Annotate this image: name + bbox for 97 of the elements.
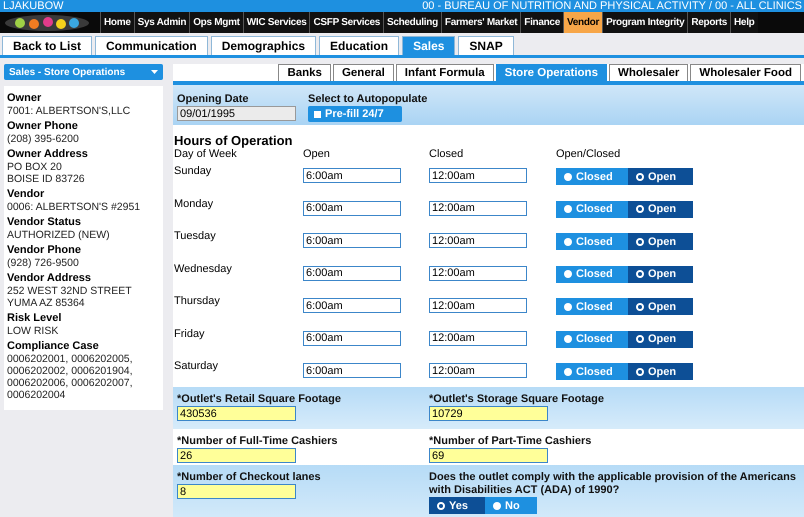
field-label: *Outlet's Retail Square Footage — [177, 393, 342, 406]
field-value: (208) 395-6200 — [7, 133, 80, 145]
field-label: Owner — [7, 92, 42, 105]
field-label: *Number of Full-Time Cashiers — [177, 435, 339, 448]
sub-tab[interactable]: Wholesaler Food — [690, 64, 801, 81]
input-field[interactable]: 430536 — [177, 406, 296, 421]
sub-tab[interactable]: Wholesaler — [608, 64, 688, 81]
field-label: Risk Level — [7, 312, 62, 325]
field-value: PO BOX 20 — [7, 161, 63, 173]
time-field[interactable]: 12:00am — [429, 200, 527, 216]
nav-menu-item[interactable]: Finance — [520, 12, 563, 33]
time-field[interactable]: 6:00am — [303, 363, 401, 378]
nav-menu-item[interactable]: Scheduling — [382, 12, 441, 33]
field-label: Vendor Address — [7, 272, 92, 285]
field-value: 252 WEST 32ND STREET — [7, 285, 133, 297]
nav-menu-item[interactable]: Reports — [687, 12, 730, 33]
nav-menu-item[interactable]: Ops Mgmt — [189, 12, 243, 33]
caret-icon — [151, 70, 158, 74]
field-label: Compliance Case — [7, 340, 100, 353]
nav-menu-item[interactable]: WIC Services — [242, 12, 310, 33]
day-label: Monday — [174, 196, 214, 210]
toggle-option[interactable]: Open — [628, 200, 693, 218]
field-value: 0006202001, 0006202005, — [7, 353, 134, 365]
tab[interactable]: Demographics — [210, 36, 316, 55]
sub-tab[interactable]: Infant Formula — [396, 64, 494, 81]
column-header: Open — [303, 148, 331, 160]
time-field[interactable]: 6:00am — [303, 233, 401, 248]
toggle-option[interactable]: Yes — [429, 497, 485, 514]
tab[interactable]: Education — [319, 36, 400, 55]
field-value: YUMA AZ 85364 — [7, 297, 86, 309]
toggle-option[interactable]: Open — [628, 363, 693, 380]
input-field[interactable]: 26 — [177, 448, 296, 463]
field-label: *Number of Part-Time Cashiers — [429, 435, 592, 448]
toggle-option[interactable]: Open — [628, 233, 693, 250]
nav-menu-item[interactable]: Sys Admin — [134, 12, 190, 33]
field-value: 7001: ALBERTSON'S,LLC — [7, 105, 132, 117]
time-field[interactable]: 6:00am — [303, 298, 401, 313]
time-field[interactable]: 12:00am — [429, 233, 527, 248]
toggle-option[interactable]: Open — [628, 330, 693, 348]
day-label: Wednesday — [174, 262, 233, 274]
sub-tab[interactable]: Banks — [278, 64, 331, 81]
toggle-option[interactable]: Open — [628, 168, 693, 185]
toggle-option[interactable]: Open — [628, 266, 693, 282]
nav-menu-item[interactable]: Farmers' Market — [440, 12, 520, 33]
nav-menu-item[interactable]: CSFP Services — [309, 12, 383, 33]
tab[interactable]: Communication — [95, 36, 208, 55]
time-field[interactable]: 12:00am — [429, 168, 527, 183]
column-header: Day of Week — [174, 148, 238, 160]
tab[interactable]: Back to List — [2, 36, 92, 55]
column-header: Open/Closed — [556, 148, 620, 160]
time-field[interactable]: 12:00am — [429, 266, 527, 280]
day-label: Friday — [174, 326, 206, 340]
field-label: Owner Address — [7, 148, 89, 161]
field-label: Vendor Phone — [7, 244, 82, 257]
time-field[interactable]: 6:00am — [303, 330, 401, 346]
section-title: Hours of Operation — [174, 134, 294, 147]
sub-tab[interactable]: General — [332, 64, 394, 81]
time-field[interactable]: 12:00am — [429, 363, 527, 378]
user-name: LJAKUBOW — [3, 0, 64, 12]
field-value: 0006202002, 0006201904, — [7, 365, 134, 377]
field-value: 0006202004 — [7, 389, 66, 401]
field-value: AUTHORIZED (NEW) — [7, 229, 111, 241]
checkbox-icon — [314, 110, 321, 118]
day-label: Saturday — [174, 359, 220, 372]
field-value: LOW RISK — [7, 325, 60, 337]
time-field[interactable]: 6:00am — [303, 200, 401, 216]
nav-menu-item[interactable]: Home — [100, 12, 134, 33]
day-label: Tuesday — [174, 229, 217, 242]
column-header: Closed — [429, 148, 464, 160]
field-label: Owner Phone — [7, 120, 79, 133]
field-value: (928) 726-9500 — [7, 257, 80, 269]
agency-title: 00 - BUREAU OF NUTRITION AND PHYSICAL ACTIVITY / 00 - ALL CLINICS — [422, 0, 802, 12]
field-label: Opening Date — [177, 93, 250, 106]
input-field[interactable]: 8 — [177, 484, 296, 499]
time-field[interactable]: 6:00am — [303, 168, 401, 183]
field-value: 0006: ALBERTSON'S #2951 — [7, 201, 142, 213]
nav-menu-item[interactable]: Vendor — [562, 12, 602, 33]
field-value: BOISE ID 83726 — [7, 173, 86, 185]
field-label: Vendor — [7, 188, 46, 201]
input-field[interactable]: 69 — [429, 448, 548, 463]
field-label: Vendor Status — [7, 216, 82, 229]
day-label: Sunday — [174, 164, 212, 177]
field-value: 0006202006, 0006202007, — [7, 377, 134, 389]
time-field[interactable]: 12:00am — [429, 298, 527, 313]
day-label: Thursday — [174, 294, 221, 307]
date-field[interactable]: 09/01/1995 — [177, 106, 296, 121]
field-label: Select to Autopopulate — [308, 93, 428, 106]
time-field[interactable]: 6:00am — [303, 266, 401, 280]
field-label: *Number of Checkout lanes — [177, 471, 322, 484]
time-field[interactable]: 12:00am — [429, 330, 527, 346]
input-field[interactable]: 10729 — [429, 406, 548, 421]
nav-menu-item[interactable]: Help — [730, 12, 758, 33]
tab[interactable]: SNAP — [458, 36, 514, 55]
nav-menu-item[interactable]: Program Integrity — [602, 12, 688, 33]
field-label: *Outlet's Storage Square Footage — [429, 393, 605, 406]
toggle-option[interactable]: Open — [628, 298, 693, 315]
question-text: Does the outlet comply with the applicable provision of the Americans with Disabilities ACT (ADA) of 1990? — [429, 471, 797, 497]
